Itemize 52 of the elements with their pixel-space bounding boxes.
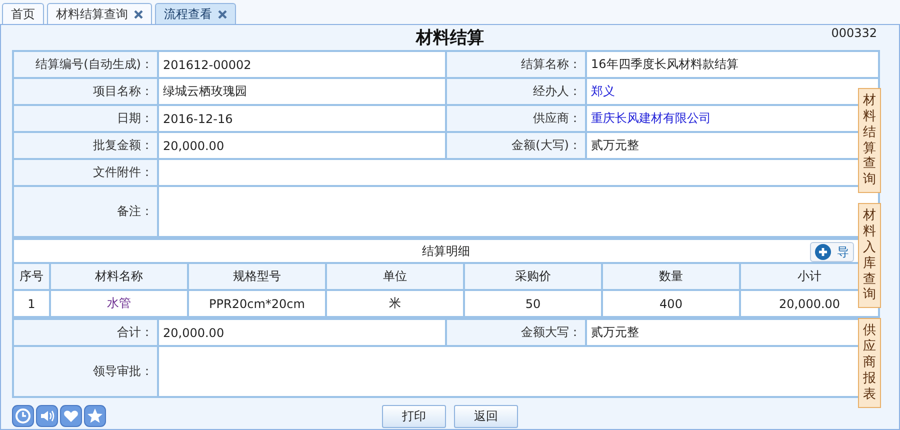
field-value: 2016-12-16 [163,112,233,126]
field-label: 供应商： [446,105,586,132]
field-label: 经办人： [446,78,586,105]
column-header: 采购价 [464,263,602,290]
field-value: 20,000.00 [163,138,224,152]
field-label: 日期： [13,105,158,132]
field-label: 批复金额： [13,132,158,159]
table-cell: 400 [602,290,740,317]
link[interactable]: 郑义 [591,84,615,98]
plus-icon [815,244,832,260]
field-value: 16年四季度长风材料款结算 [591,57,738,71]
speaker-icon[interactable] [36,405,58,427]
record-code: 000332 [831,26,877,40]
side-tab[interactable]: 材料入库查询 [858,203,881,308]
field-value: 绿城云栖玫瑰园 [163,84,247,98]
field-label: 金额大写： [446,319,586,346]
tab[interactable]: 材料结算查询 [47,3,152,24]
column-header: 规格型号 [188,263,326,290]
action-button[interactable]: 返回 [454,404,518,428]
side-tab[interactable]: 材料结算查询 [858,88,881,194]
table-cell: 50 [464,290,602,317]
close-icon[interactable] [134,10,143,18]
tab[interactable]: 首页 [2,3,44,24]
field-label: 备注： [13,186,158,237]
field-label: 领导审批： [13,346,158,397]
form-title: 材料结算 [416,27,484,49]
table-cell: 米 [326,290,464,317]
field-value: 201612-00002 [163,58,252,72]
column-header: 数量 [602,263,740,290]
side-tab[interactable]: 供应商报表 [858,318,881,408]
column-header: 材料名称 [50,263,188,290]
table-cell: PPR20cm*20cm [188,290,326,317]
field-label: 合计： [13,319,158,346]
clock-icon[interactable] [12,405,34,427]
action-button[interactable]: 打印 [382,404,446,428]
link[interactable]: 重庆长风建材有限公司 [591,111,711,125]
table-cell: 1 [13,290,50,317]
link[interactable]: 水管 [107,296,131,310]
field-label: 结算编号(自动生成)： [13,51,158,78]
tab[interactable]: 流程查看 [155,3,236,24]
section-title: 结算明细 [422,242,470,260]
field-value: 贰万元整 [591,138,639,152]
field-label: 金额(大写)： [446,132,586,159]
field-label: 结算名称： [446,51,586,78]
column-header: 序号 [13,263,50,290]
field-label: 文件附件： [13,159,158,186]
field-value: 20,000.00 [163,326,224,340]
close-icon[interactable] [218,10,227,18]
export-button[interactable]: 导 [810,242,854,262]
field-label: 项目名称： [13,78,158,105]
column-header: 单位 [326,263,464,290]
field-value: 贰万元整 [591,325,639,339]
